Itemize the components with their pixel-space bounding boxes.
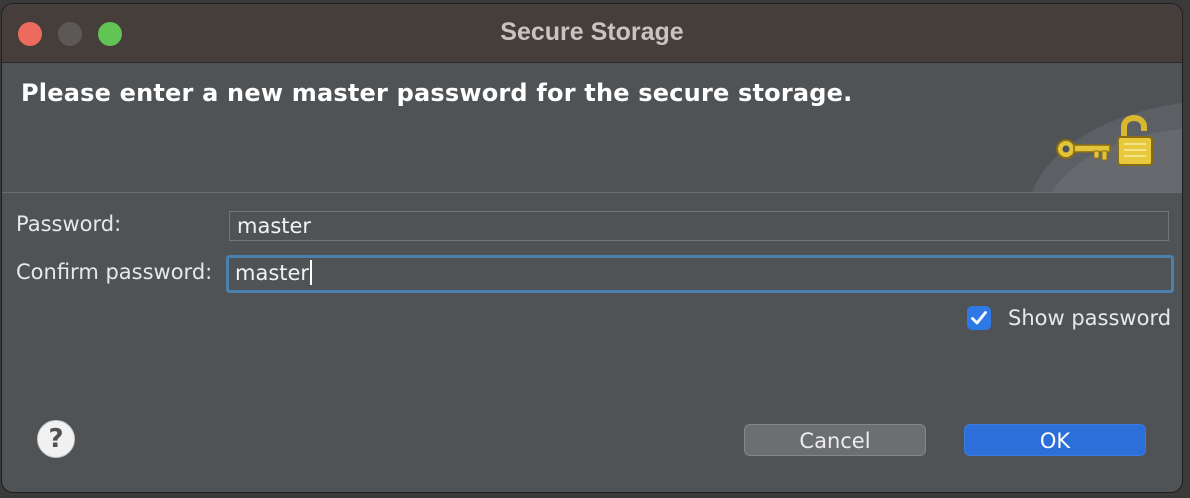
help-button[interactable]: ? (37, 420, 75, 458)
dialog-banner: Please enter a new master password for t… (2, 63, 1182, 193)
show-password-checkbox[interactable] (967, 306, 991, 330)
text-caret (310, 260, 313, 285)
confirm-password-label: Confirm password: (16, 260, 213, 284)
confirm-password-field[interactable]: master (226, 255, 1174, 293)
window-title: Secure Storage (500, 18, 684, 46)
ok-button[interactable]: OK (964, 424, 1146, 456)
checkmark-icon (971, 311, 987, 325)
show-password-label[interactable]: Show password (1008, 306, 1171, 330)
password-label: Password: (16, 212, 122, 236)
banner-art (1032, 103, 1182, 192)
confirm-password-field-value: master (235, 261, 310, 285)
help-icon: ? (48, 424, 64, 454)
title-bar[interactable]: Secure Storage (2, 4, 1182, 63)
cancel-button[interactable]: Cancel (744, 424, 926, 456)
password-field[interactable]: master (229, 211, 1169, 241)
secure-storage-dialog: Secure Storage Please enter a new master… (2, 4, 1182, 492)
banner-message: Please enter a new master password for t… (21, 79, 853, 107)
password-field-value: master (237, 214, 312, 238)
